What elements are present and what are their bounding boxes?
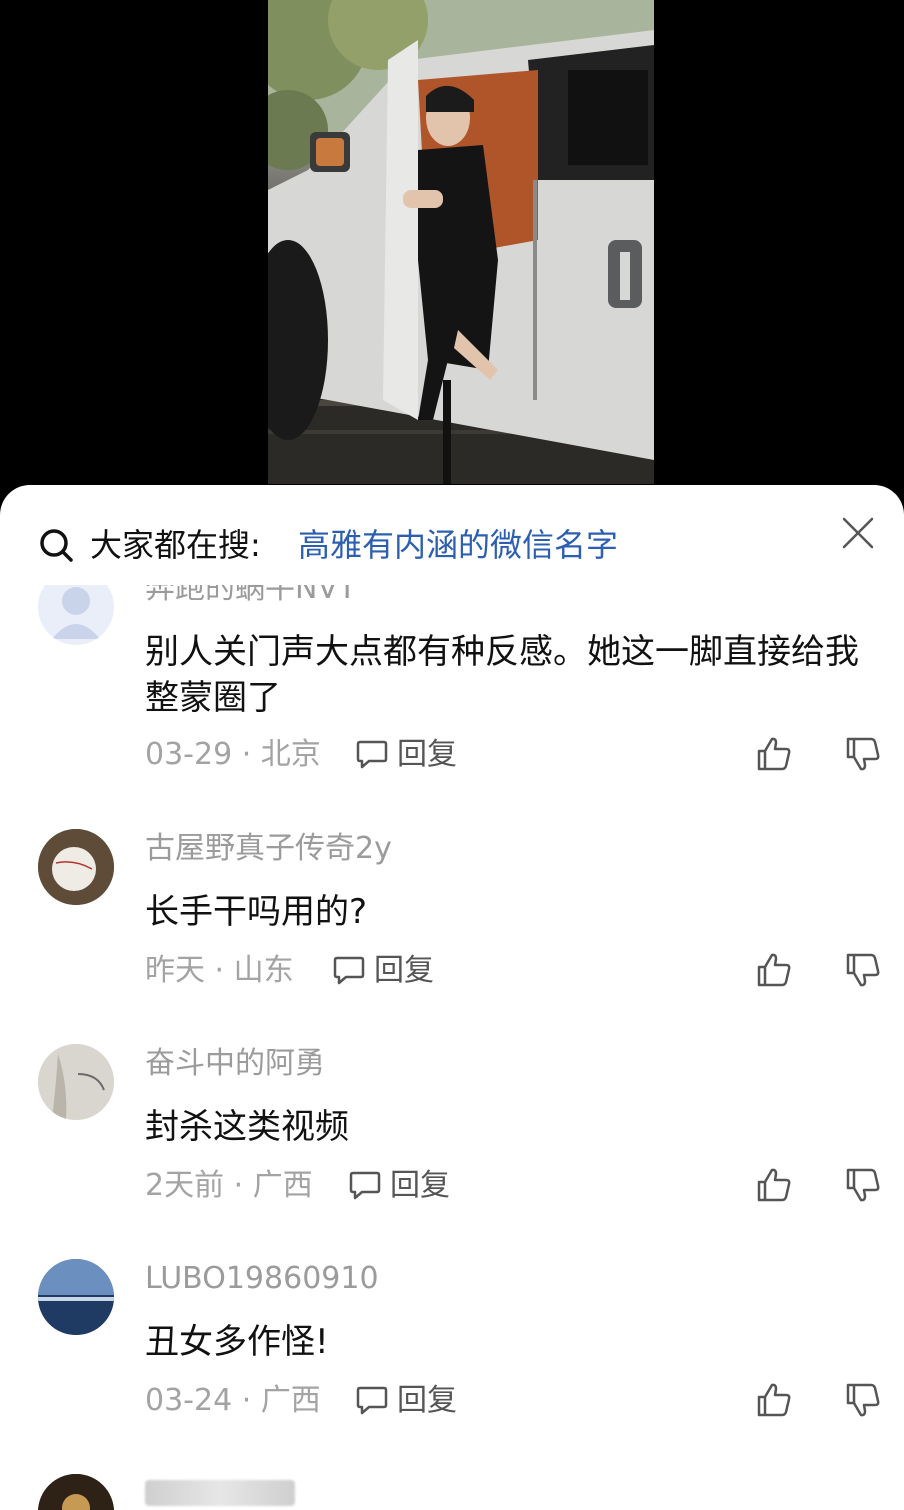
avatar[interactable] bbox=[38, 585, 114, 645]
avatar[interactable] bbox=[38, 1474, 114, 1510]
reply-button[interactable]: 回复 bbox=[332, 951, 442, 991]
comment-time-location: 昨天 · 山东 bbox=[145, 953, 294, 988]
comment-username[interactable]: 古屋野真子传奇2y bbox=[145, 829, 392, 869]
comment-item: 奋斗中的阿勇 封杀这类视频 2天前 · 广西 回复 bbox=[0, 1040, 904, 1230]
comment-text: 丑女多作怪! bbox=[145, 1322, 329, 1362]
video-player[interactable] bbox=[0, 0, 904, 500]
avatar[interactable] bbox=[38, 829, 114, 905]
search-suggestion-bar[interactable]: 大家都在搜: 高雅有内涵的微信名字 bbox=[0, 485, 904, 585]
reply-button[interactable]: 回复 bbox=[348, 1166, 458, 1206]
thumbs-down-icon[interactable] bbox=[844, 951, 882, 989]
thumbs-up-icon[interactable] bbox=[755, 1381, 793, 1419]
video-frame[interactable] bbox=[268, 0, 654, 484]
comment-panel: 大家都在搜: 高雅有内涵的微信名字 奔跑的蜗牛NVT 别人关门声大点都有种反感。… bbox=[0, 485, 904, 1510]
comment-time-location: 03-24 · 广西 bbox=[145, 1383, 321, 1418]
comment-time-location: 2天前 · 广西 bbox=[145, 1168, 313, 1203]
close-icon[interactable] bbox=[838, 513, 878, 553]
search-suggestion-label: 大家都在搜: bbox=[90, 526, 261, 564]
comment-item: LUBO19860910 丑女多作怪! 03-24 · 广西 回复 bbox=[0, 1255, 904, 1445]
thumbs-down-icon[interactable] bbox=[844, 1166, 882, 1204]
reply-button[interactable]: 回复 bbox=[355, 735, 465, 775]
search-suggestion-term[interactable]: 高雅有内涵的微信名字 bbox=[298, 523, 618, 567]
speech-bubble-icon bbox=[356, 740, 388, 769]
comment-text: 封杀这类视频 bbox=[145, 1107, 349, 1147]
comment-username-blurred bbox=[145, 1480, 295, 1506]
reply-label: 回复 bbox=[374, 953, 434, 988]
speech-bubble-icon bbox=[333, 956, 365, 985]
comment-item bbox=[0, 1470, 904, 1510]
avatar[interactable] bbox=[38, 1259, 114, 1335]
comment-text: 别人关门声大点都有种反感。她这一脚直接给我整蒙圈了 bbox=[145, 632, 859, 718]
thumbs-up-icon[interactable] bbox=[755, 951, 793, 989]
reply-button[interactable]: 回复 bbox=[355, 1381, 465, 1421]
comment-time-location: 03-29 · 北京 bbox=[145, 737, 321, 772]
search-icon[interactable] bbox=[38, 527, 74, 563]
video-thumbnail-image bbox=[268, 0, 654, 484]
comment-username[interactable]: 奋斗中的阿勇 bbox=[145, 1044, 325, 1084]
reply-label: 回复 bbox=[390, 1168, 450, 1203]
reply-label: 回复 bbox=[397, 1383, 457, 1418]
comment-item: 古屋野真子传奇2y 长手干吗用的? 昨天 · 山东 回复 bbox=[0, 825, 904, 1015]
comment-text: 长手干吗用的? bbox=[145, 892, 368, 932]
comment-username[interactable]: 奔跑的蜗牛NVT bbox=[145, 585, 356, 609]
speech-bubble-icon bbox=[356, 1386, 388, 1415]
comment-username[interactable]: LUBO19860910 bbox=[145, 1259, 379, 1299]
comment-item: 奔跑的蜗牛NVT 别人关门声大点都有种反感。她这一脚直接给我整蒙圈了 03-29… bbox=[0, 585, 904, 800]
thumbs-up-icon[interactable] bbox=[755, 735, 793, 773]
thumbs-up-icon[interactable] bbox=[755, 1166, 793, 1204]
speech-bubble-icon bbox=[349, 1171, 381, 1200]
reply-label: 回复 bbox=[397, 737, 457, 772]
avatar[interactable] bbox=[38, 1044, 114, 1120]
thumbs-down-icon[interactable] bbox=[844, 1381, 882, 1419]
thumbs-down-icon[interactable] bbox=[844, 735, 882, 773]
